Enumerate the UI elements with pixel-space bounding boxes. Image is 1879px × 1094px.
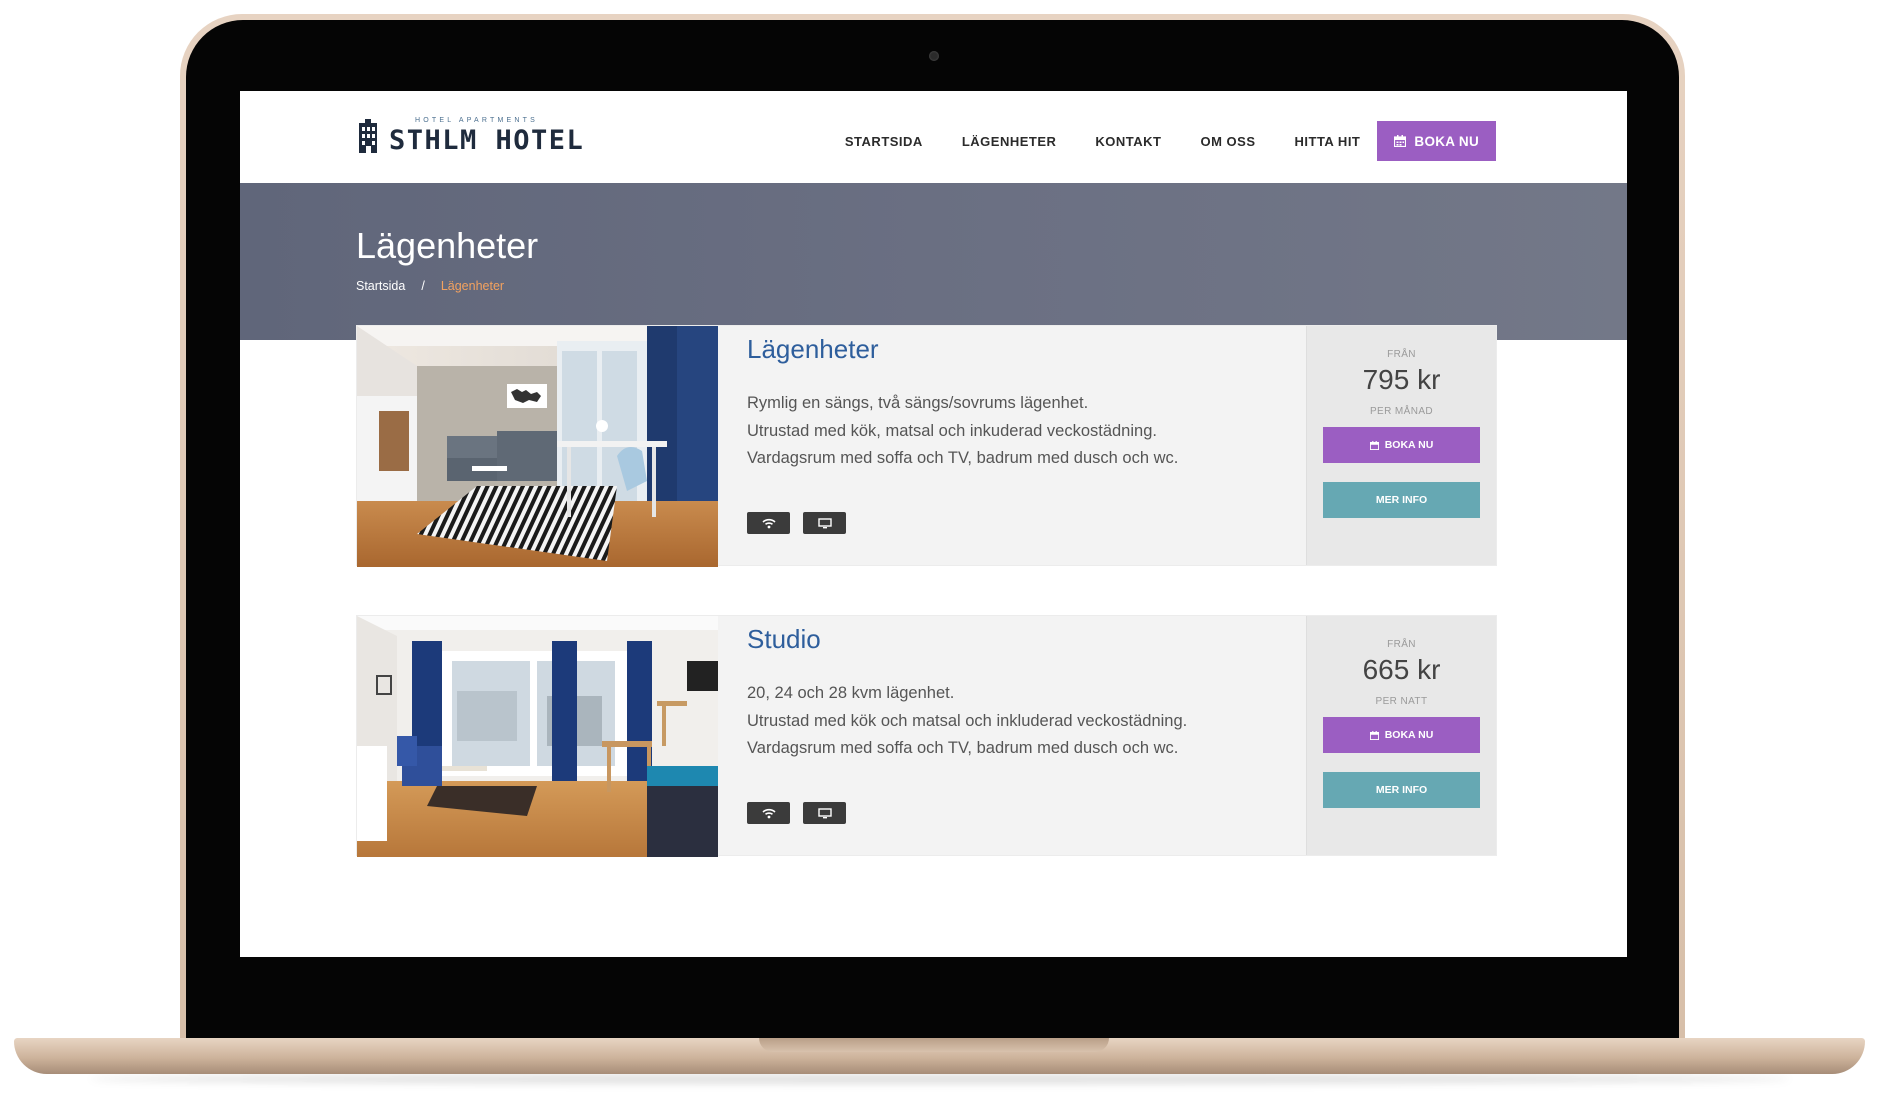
nav-item-startsida[interactable]: STARTSIDA — [845, 134, 923, 149]
calendar-icon — [1369, 440, 1379, 450]
nav-item-lagenheter[interactable]: LÄGENHETER — [962, 134, 1057, 149]
book-now-label: BOKA NU — [1384, 729, 1434, 741]
wifi-icon — [747, 512, 790, 534]
room-desc-line: Utrustad med kök och matsal och inkluder… — [747, 711, 1188, 730]
room-title[interactable]: Studio — [747, 624, 1287, 655]
room-desc-line: Utrustad med kök, matsal och inkuderad v… — [747, 421, 1157, 440]
price-period: PER MÅNAD — [1369, 406, 1434, 417]
price-from-label: FRÅN — [1387, 639, 1416, 650]
room-title[interactable]: Lägenheter — [747, 334, 1287, 365]
wifi-icon — [747, 802, 790, 824]
page-hero: Lägenheter Startsida / Lägenheter — [240, 183, 1627, 340]
room-description: 20, 24 och 28 kvm lägenhet. Utrustad med… — [747, 680, 1287, 763]
camera-icon — [929, 51, 939, 61]
tv-icon — [803, 802, 846, 824]
room-body: Lägenheter Rymlig en sängs, två sängs/so… — [747, 334, 1287, 473]
more-info-label: MER INFO — [1375, 494, 1428, 506]
site-header: HOTEL APARTMENTS STHLM HOTEL STARTSIDA L… — [240, 91, 1627, 183]
calendar-icon — [1394, 135, 1407, 147]
nav-book-label: BOKA NU — [1414, 133, 1479, 149]
book-now-button[interactable]: BOKA NU — [1323, 427, 1480, 463]
room-card-studio: Studio 20, 24 och 28 kvm lägenhet. Utrus… — [356, 615, 1497, 857]
website-screen: HOTEL APARTMENTS STHLM HOTEL STARTSIDA L… — [240, 91, 1627, 957]
nav-item-om-oss[interactable]: OM OSS — [1200, 134, 1255, 149]
price-value: 665 kr — [1362, 654, 1441, 685]
nav-book-button[interactable]: BOKA NU — [1377, 121, 1496, 161]
book-now-button[interactable]: BOKA NU — [1323, 717, 1480, 753]
amenity-list — [747, 512, 846, 534]
logo-text: STHLM HOTEL — [389, 125, 585, 156]
more-info-button[interactable]: MER INFO — [1323, 772, 1480, 808]
more-info-label: MER INFO — [1375, 784, 1428, 796]
studio-photo — [357, 616, 718, 857]
breadcrumb: Startsida / Lägenheter — [356, 279, 504, 293]
nav-item-kontakt[interactable]: KONTAKT — [1095, 134, 1161, 149]
more-info-button[interactable]: MER INFO — [1323, 482, 1480, 518]
room-photo-studio[interactable] — [357, 616, 718, 857]
price-period: PER NATT — [1375, 696, 1428, 707]
page-title: Lägenheter — [356, 225, 539, 266]
amenity-list — [747, 802, 846, 824]
breadcrumb-current: Lägenheter — [440, 279, 505, 293]
breadcrumb-separator: / — [421, 279, 425, 293]
calendar-icon — [1369, 730, 1379, 740]
room-desc-line: Rymlig en sängs, två sängs/sovrums lägen… — [747, 394, 1089, 412]
room-photo-lagenheter[interactable] — [357, 326, 718, 567]
main-nav: STARTSIDA LÄGENHETER KONTAKT OM OSS HITT… — [845, 121, 1496, 161]
price-column: FRÅN 665 kr PER NATT BOKA NU MER INFO — [1306, 616, 1496, 855]
price-from-label: FRÅN — [1387, 349, 1416, 360]
room-description: Rymlig en sängs, två sängs/sovrums lägen… — [747, 390, 1287, 473]
room-card-lagenheter: Lägenheter Rymlig en sängs, två sängs/so… — [356, 325, 1497, 567]
room-body: Studio 20, 24 och 28 kvm lägenhet. Utrus… — [747, 624, 1287, 763]
room-desc-line: Vardagsrum med soffa och TV, badrum med … — [747, 449, 1179, 467]
laptop-shadow — [90, 1074, 1790, 1084]
apartment-photo — [357, 326, 718, 567]
room-desc-line: 20, 24 och 28 kvm lägenhet. — [747, 684, 955, 702]
room-desc-line: Vardagsrum med soffa och TV, badrum med … — [747, 739, 1179, 757]
book-now-label: BOKA NU — [1384, 439, 1434, 451]
nav-item-hitta-hit[interactable]: HITTA HIT — [1295, 134, 1361, 149]
hotel-building-icon — [359, 119, 377, 153]
laptop-base-notch — [759, 1038, 1109, 1052]
price-column: FRÅN 795 kr PER MÅNAD BOKA NU MER INFO — [1306, 326, 1496, 565]
logo-tagline: HOTEL APARTMENTS — [415, 117, 539, 124]
logo[interactable]: HOTEL APARTMENTS STHLM HOTEL — [357, 117, 583, 157]
breadcrumb-home[interactable]: Startsida — [356, 279, 405, 293]
tv-icon — [803, 512, 846, 534]
price-value: 795 kr — [1362, 364, 1441, 395]
